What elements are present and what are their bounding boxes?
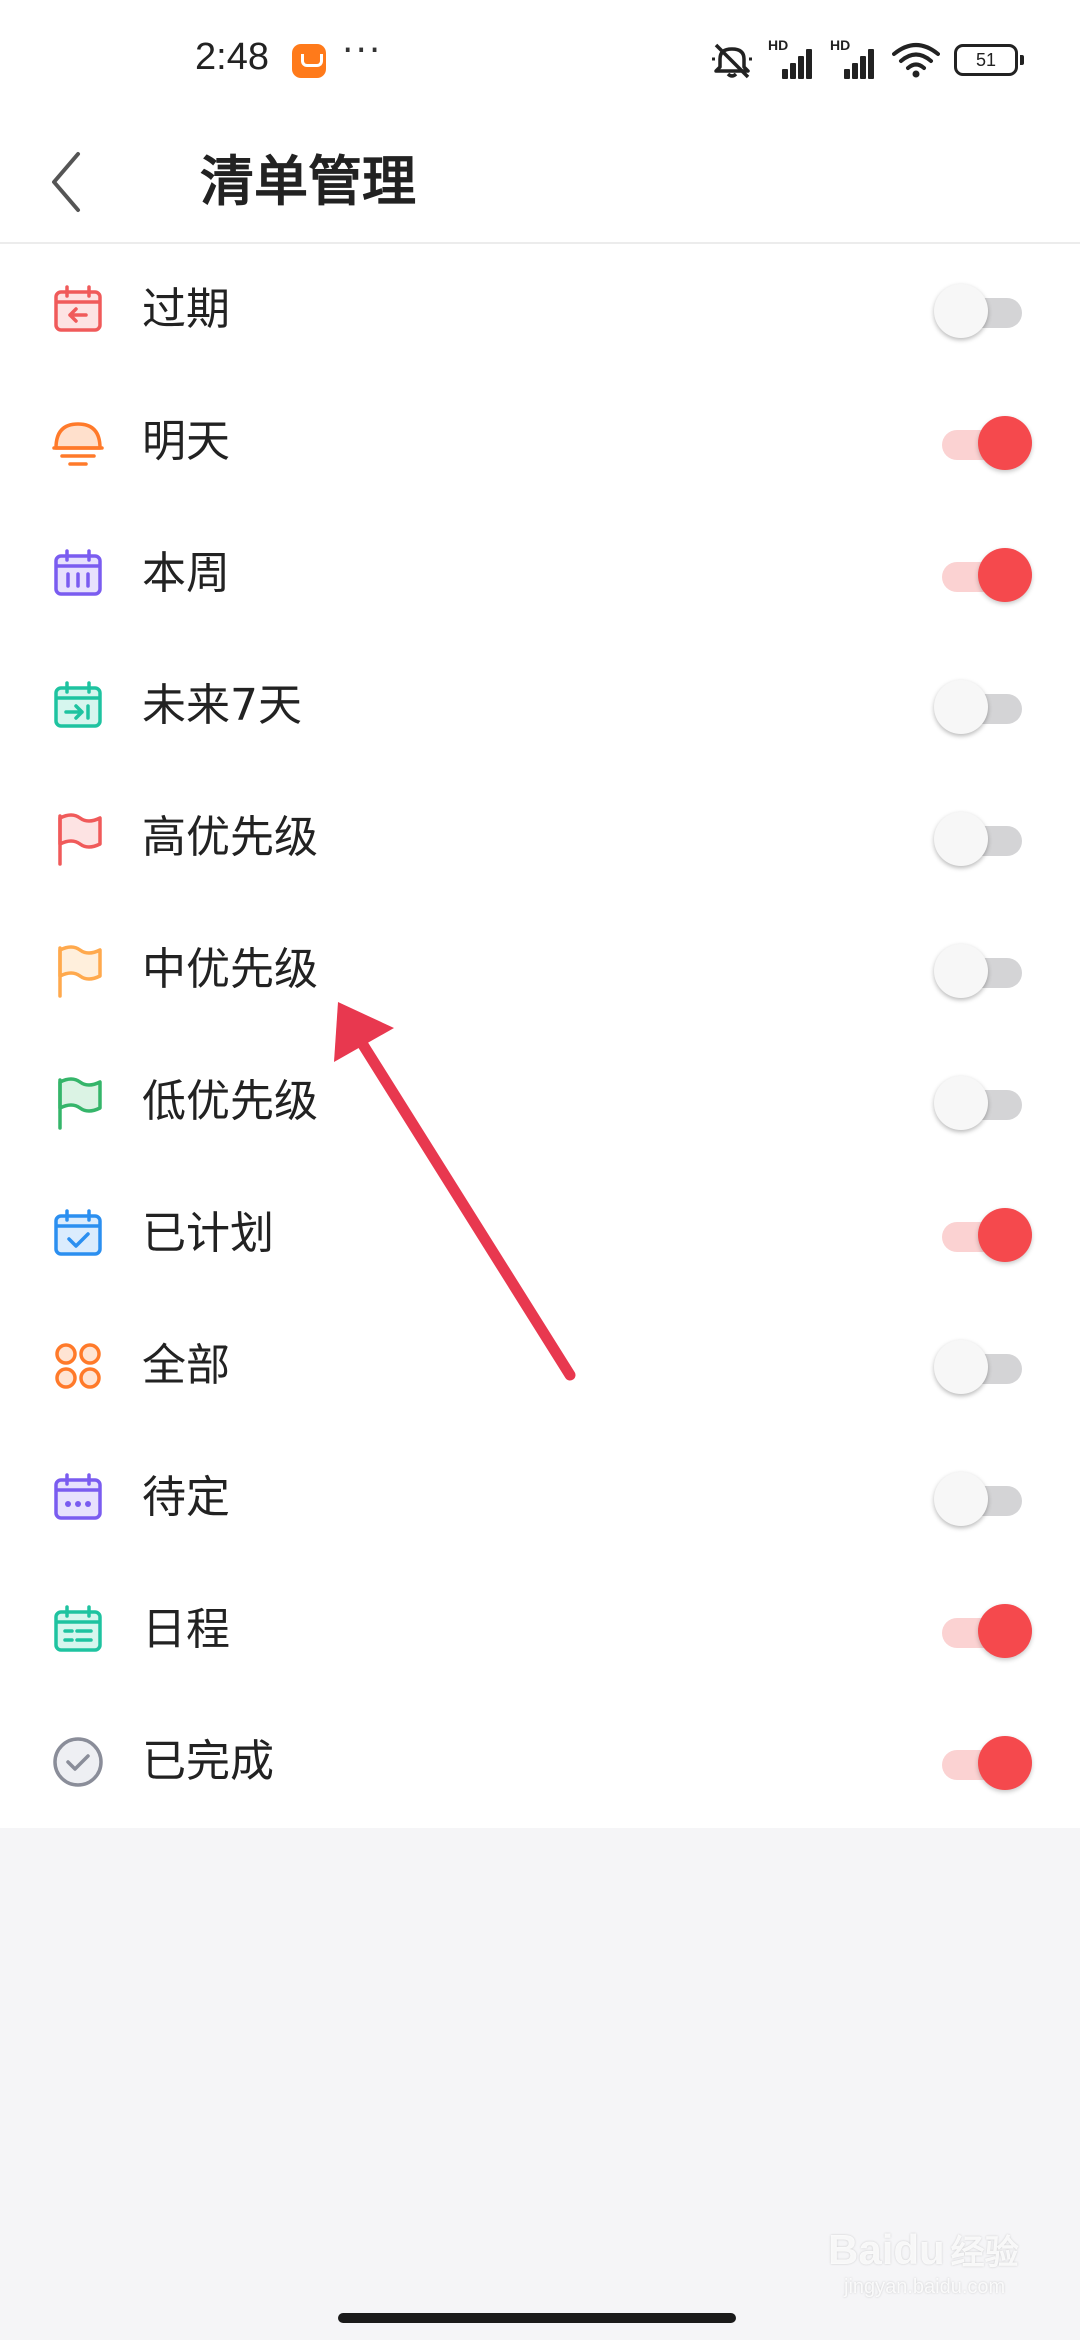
- page-title: 清单管理: [200, 150, 416, 213]
- back-button[interactable]: [38, 142, 108, 222]
- top-app-bar: 清单管理: [0, 120, 1080, 244]
- list-item-all: 全部: [0, 1300, 1080, 1432]
- list-item-completed: 已完成: [0, 1696, 1080, 1828]
- watermark-url: jingyan.baidu.com: [844, 2276, 1006, 2298]
- toggle-switch[interactable]: [934, 944, 1030, 998]
- watermark-brand: Baidu: [828, 2226, 945, 2273]
- check-circle-icon: [53, 1737, 103, 1787]
- list-item-label: 高优先级: [142, 812, 318, 863]
- calendar-list-icon: [54, 1605, 102, 1652]
- list-item-label: 明天: [142, 416, 230, 467]
- calendar-back-icon: [54, 285, 102, 332]
- list-item-label: 中优先级: [142, 944, 318, 995]
- list-item-schedule: 日程: [0, 1564, 1080, 1696]
- calendar-check-icon: [54, 1209, 102, 1256]
- flag-high-icon: [58, 813, 102, 866]
- cellular-signal-icon: HD: [768, 37, 816, 79]
- list-item-label: 日程: [142, 1604, 230, 1655]
- hd-label: HD: [768, 37, 789, 53]
- calendar-week-icon: [54, 549, 102, 596]
- list-item-label: 低优先级: [142, 1076, 318, 1127]
- list-item-label: 过期: [142, 284, 230, 335]
- list-item-tomorrow: 明天: [0, 376, 1080, 508]
- home-indicator[interactable]: [338, 2313, 736, 2323]
- flag-low-icon: [58, 1077, 102, 1130]
- mute-icon: [712, 43, 752, 79]
- wifi-icon: [892, 43, 940, 78]
- four-circles-icon: [55, 1343, 101, 1389]
- list-item-scheduled: 已计划: [0, 1168, 1080, 1300]
- cellular-signal-icon: HD: [830, 37, 878, 79]
- list-item-low-priority: 低优先级: [0, 1036, 1080, 1168]
- shopping-app-icon: [292, 44, 326, 78]
- list-item-overdue: 过期: [0, 244, 1080, 376]
- toggle-switch[interactable]: [934, 548, 1032, 602]
- status-time: 2:48: [195, 36, 269, 78]
- list-item-pending: 待定: [0, 1432, 1080, 1564]
- sunrise-icon: [52, 422, 104, 466]
- toggle-switch[interactable]: [934, 680, 1030, 734]
- list-item-label: 全部: [142, 1340, 230, 1391]
- toggle-switch[interactable]: [934, 1340, 1030, 1394]
- toggle-switch[interactable]: [934, 284, 1030, 338]
- hd-label: HD: [830, 37, 851, 53]
- toggle-switch[interactable]: [934, 1604, 1032, 1658]
- calendar-forward-icon: [54, 681, 102, 728]
- battery-level: 51: [975, 49, 997, 70]
- flag-medium-icon: [58, 945, 102, 998]
- toggle-switch[interactable]: [934, 1472, 1030, 1526]
- chevron-left-icon: [52, 152, 80, 212]
- watermark-brand-cn: 经验: [950, 2234, 1019, 2272]
- list-item-this-week: 本周: [0, 508, 1080, 640]
- list-item-label: 待定: [142, 1472, 230, 1523]
- toggle-switch[interactable]: [934, 812, 1030, 866]
- toggle-switch[interactable]: [934, 1736, 1032, 1790]
- calendar-dots-icon: [54, 1473, 102, 1520]
- toggle-switch[interactable]: [934, 1208, 1032, 1262]
- list-item-high-priority: 高优先级: [0, 772, 1080, 904]
- list-item-label: 已计划: [142, 1208, 274, 1259]
- battery-icon: 51: [954, 44, 1024, 76]
- toggle-switch[interactable]: [934, 1076, 1030, 1130]
- watermark-logo: Baidu 经验: [828, 2225, 1019, 2274]
- list-item-label: 已完成: [142, 1736, 274, 1787]
- list-item-label: 未来7天: [142, 680, 302, 731]
- status-bar: 2:48 ··· HD HD 51: [0, 0, 1080, 120]
- status-indicators: HD HD 51: [710, 37, 1024, 80]
- list-settings: 过期 明天 本周 未来7天 高优先级 中优先级 低优先级 已计划 全部 待定 日…: [0, 244, 1080, 1828]
- more-notifications-icon: ···: [342, 30, 383, 71]
- toggle-switch[interactable]: [934, 416, 1032, 470]
- list-item-label: 本周: [142, 548, 230, 599]
- list-item-next-7-days: 未来7天: [0, 640, 1080, 772]
- list-item-medium-priority: 中优先级: [0, 904, 1080, 1036]
